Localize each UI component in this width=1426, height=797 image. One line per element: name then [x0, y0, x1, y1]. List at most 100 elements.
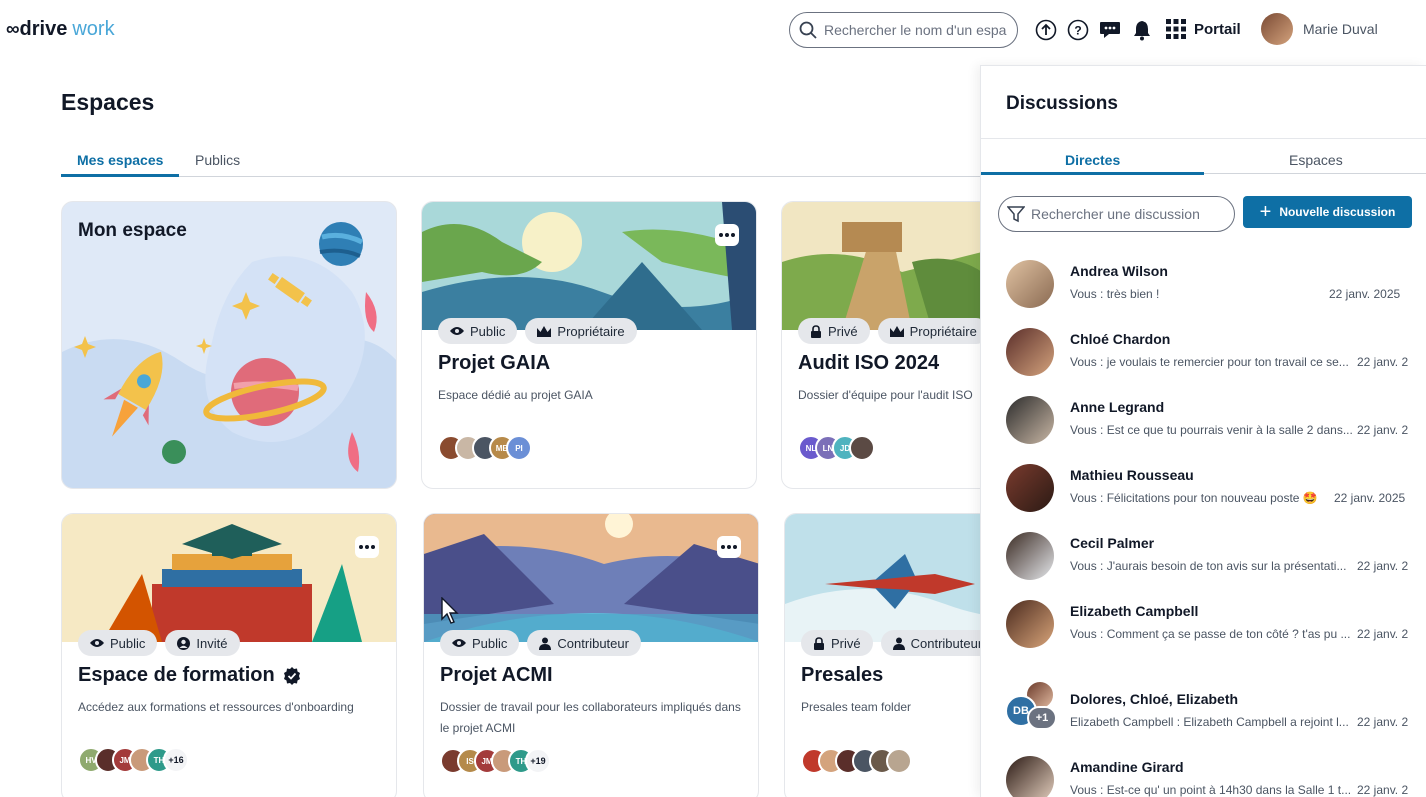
space-card-projet-acmi[interactable]: Public Contributeur Projet ACMI Dossier …	[423, 513, 759, 797]
message-date: 22 janv. 2025	[1329, 287, 1401, 301]
space-card-mon-espace[interactable]: Mon espace	[61, 201, 397, 489]
contact-avatar	[1006, 532, 1054, 580]
user-icon	[539, 637, 552, 650]
help-icon[interactable]: ?	[1066, 18, 1090, 42]
last-message: Vous : Félicitations pour ton nouveau po…	[1070, 491, 1318, 505]
discussion-item[interactable]: Elizabeth Campbell Vous : Comment ça se …	[981, 600, 1426, 662]
tab-mes-espaces[interactable]: Mes espaces	[77, 152, 163, 168]
user-icon	[892, 637, 905, 650]
divider	[981, 138, 1426, 139]
upload-icon[interactable]	[1034, 18, 1058, 42]
user-menu[interactable]: Marie Duval	[1261, 13, 1378, 45]
role-chip: Contributeur	[880, 630, 995, 656]
contact-name: Dolores, Chloé, Elizabeth	[1070, 691, 1239, 707]
chat-icon[interactable]	[1098, 18, 1122, 42]
visibility-chip: Public	[440, 630, 520, 656]
message-date: 22 janv. 2	[1357, 715, 1409, 729]
visibility-chip: Privé	[798, 318, 870, 344]
last-message: Vous : J'aurais besoin de ton avis sur l…	[1070, 559, 1347, 573]
space-card-espace-formation[interactable]: Public Invité Espace de formation Accéde…	[61, 513, 397, 797]
global-search-input[interactable]: Rechercher le nom d'un espa	[789, 12, 1018, 48]
new-discussion-button[interactable]: + Nouvelle discussion	[1243, 196, 1412, 228]
lock-icon	[814, 636, 824, 650]
discussion-item[interactable]: Chloé Chardon Vous : je voulais te remer…	[981, 328, 1426, 390]
contact-name: Cecil Palmer	[1070, 535, 1155, 551]
member-avatars[interactable]	[801, 748, 912, 774]
page-title: Espaces	[61, 89, 155, 115]
discussion-item[interactable]: Amandine Girard Vous : Est-ce qu' un poi…	[981, 756, 1426, 797]
contact-avatar	[1006, 260, 1054, 308]
top-header: ∞ drive work Rechercher le nom d'un espa…	[0, 0, 1426, 60]
message-date: 22 janv. 2025	[1334, 491, 1406, 505]
user-avatar	[1261, 13, 1293, 45]
new-discussion-label: Nouvelle discussion	[1279, 205, 1396, 219]
visibility-label: Public	[472, 635, 508, 651]
card-more-button[interactable]	[715, 224, 739, 246]
plus-icon: +	[1259, 201, 1272, 223]
spaces-tabs: Mes espaces Publics	[61, 148, 981, 177]
role-chip: Invité	[165, 630, 240, 656]
discussion-item-group[interactable]: DB +1 Dolores, Chloé, Elizabeth Elizabet…	[981, 680, 1426, 750]
card-title-text: Espace de formation	[78, 664, 275, 686]
active-tab-indicator	[61, 174, 179, 177]
card-more-button[interactable]	[355, 536, 379, 558]
tab-espaces[interactable]: Espaces	[1289, 152, 1343, 168]
discussion-search-input[interactable]: Rechercher une discussion	[998, 196, 1235, 232]
contact-name: Amandine Girard	[1070, 759, 1184, 775]
discussion-item[interactable]: Cecil Palmer Vous : J'aurais besoin de t…	[981, 532, 1426, 594]
card-description: Espace dédié au projet GAIA	[438, 388, 593, 402]
last-message: Vous : Comment ça se passe de ton côté ?…	[1070, 627, 1351, 641]
visibility-chip: Public	[78, 630, 158, 656]
filter-icon	[1007, 206, 1025, 223]
panel-title: Discussions	[1006, 93, 1118, 114]
card-more-button[interactable]	[717, 536, 741, 558]
card-cover-image	[62, 514, 396, 642]
member-avatar: PI	[506, 435, 532, 461]
eye-icon	[452, 639, 466, 647]
role-label: Propriétaire	[557, 323, 625, 339]
member-avatars[interactable]: MB PI	[438, 435, 532, 461]
lock-icon	[811, 324, 821, 338]
global-search-placeholder: Rechercher le nom d'un espa	[824, 22, 1007, 38]
message-date: 22 janv. 2	[1357, 627, 1409, 641]
space-illustration	[62, 222, 396, 488]
role-chip: Propriétaire	[877, 318, 989, 344]
tab-directes[interactable]: Directes	[1065, 152, 1120, 168]
space-card-projet-gaia[interactable]: Public Propriétaire Projet GAIA Espace d…	[421, 201, 757, 489]
guest-icon	[177, 636, 191, 650]
logo-product: work	[72, 18, 115, 40]
contact-avatar	[1006, 328, 1054, 376]
visibility-chip: Public	[438, 318, 518, 344]
contact-avatar	[1006, 600, 1054, 648]
card-title: Projet GAIA	[438, 352, 551, 374]
contact-name: Elizabeth Campbell	[1070, 603, 1199, 619]
member-avatars[interactable]: NL LN JD	[798, 435, 875, 461]
message-date: 22 janv. 2	[1357, 559, 1409, 573]
role-chip: Contributeur	[527, 630, 641, 656]
more-members-count: +19	[525, 748, 551, 774]
discussions-panel: Discussions Directes Espaces Rechercher …	[980, 65, 1426, 797]
message-date: 22 janv. 2	[1357, 783, 1409, 797]
member-avatar	[886, 748, 912, 774]
app-logo[interactable]: ∞ drive work	[6, 18, 115, 41]
portail-button[interactable]: Portail	[1166, 19, 1241, 39]
contact-name: Mathieu Rousseau	[1070, 467, 1194, 483]
card-title: Projet ACMI	[440, 664, 553, 686]
contact-name: Andrea Wilson	[1070, 263, 1168, 279]
card-title: Espace de formation	[78, 664, 301, 687]
member-avatars[interactable]: HV JM TH +16	[78, 747, 189, 773]
last-message: Elizabeth Campbell : Elizabeth Campbell …	[1070, 715, 1349, 729]
discussion-item[interactable]: Mathieu Rousseau Vous : Félicitations po…	[981, 464, 1426, 526]
discussion-item[interactable]: Andrea Wilson Vous : très bien ! 22 janv…	[981, 260, 1426, 322]
tab-publics[interactable]: Publics	[195, 152, 240, 168]
role-chip: Propriétaire	[525, 318, 637, 344]
visibility-chip: Privé	[801, 630, 873, 656]
contact-avatar	[1006, 396, 1054, 444]
member-avatars[interactable]: IS JM TH +19	[440, 748, 551, 774]
discussion-item[interactable]: Anne Legrand Vous : Est ce que tu pourra…	[981, 396, 1426, 458]
bell-icon[interactable]	[1130, 18, 1154, 42]
group-more-badge: +1	[1027, 706, 1057, 730]
eye-icon	[450, 327, 464, 335]
active-tab-indicator	[981, 172, 1204, 175]
card-title: Mon espace	[78, 220, 187, 241]
